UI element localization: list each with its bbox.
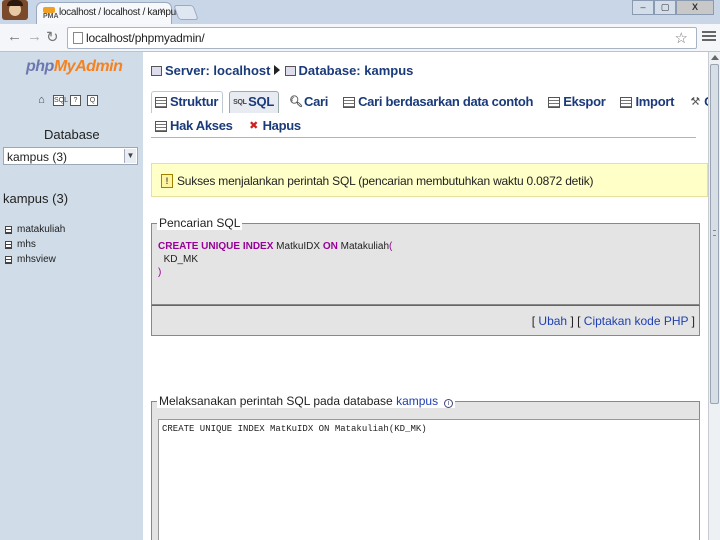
page-scrollbar[interactable] [708,52,720,540]
tab-hak-akses[interactable]: Hak Akses [151,115,238,137]
tab-sql[interactable]: SQL SQL [229,91,279,113]
sql-query-textarea[interactable]: CREATE UNIQUE INDEX MatKuIDX ON Matakuli… [158,419,700,540]
sql-query-code: CREATE UNIQUE INDEX MatkuIDX ON Matakuli… [158,241,393,278]
query-actions: [ Ubah ] [ Ciptakan kode PHP ] [531,314,695,328]
search-icon: 🔍︎ [289,96,303,108]
grip-icon [713,230,716,236]
table-name[interactable]: mhs [17,239,36,250]
sql-icon: SQL [233,99,247,106]
tab-hapus[interactable]: ✖ Hapus [243,115,306,137]
breadcrumb-arrow-icon [273,65,280,75]
browser-toolbar: ← → ↻ localhost/phpmyadmin/ ☆ [0,24,720,52]
main-content: Server: localhost Database: kampus Strukt… [143,52,720,540]
server-icon [151,66,162,76]
tab-row-1: Struktur SQL SQL 🔍︎ Cari Cari berdasarkan … [151,91,720,113]
database-icon [284,66,296,76]
table-icon [155,97,167,108]
quick-icons: ⌂ SQL ? Q [36,95,98,106]
bookmark-star-icon[interactable]: ☆ [675,29,688,47]
database-select[interactable]: kampus (3) ▼ [3,147,138,165]
reload-icon[interactable]: ↻ [46,28,59,46]
breadcrumb-server[interactable]: Server: localhost [165,63,271,78]
database-link[interactable]: kampus [396,394,438,408]
query-actions-bar: [ Ubah ] [ Ciptakan kode PHP ] [151,305,700,336]
browser-tab[interactable]: PMA localhost / localhost / kampus × [36,2,181,24]
create-php-code-link[interactable]: Ciptakan kode PHP [584,314,689,328]
page-icon [73,32,83,44]
table-icon[interactable] [5,256,12,264]
mysql-docs-icon[interactable]: Q [87,95,98,106]
forward-arrow-icon[interactable]: → [27,28,42,45]
documentation-icon[interactable]: ? [70,95,81,106]
url-text[interactable]: localhost/phpmyadmin/ [86,31,205,45]
sql-query-legend: Pencarian SQL [157,216,243,230]
run-sql-fieldset: Melaksanakan perintah SQL pada database … [151,394,700,540]
table-icon[interactable] [5,241,12,249]
tab-cari[interactable]: 🔍︎ Cari [285,91,334,113]
phpmyadmin-favicon-icon: PMA [43,7,59,20]
breadcrumb-database[interactable]: Database: kampus [299,63,414,78]
minimize-button[interactable]: – [632,0,654,15]
edit-query-link[interactable]: Ubah [538,314,567,328]
tab-ekspor[interactable]: Ekspor [544,91,611,113]
breadcrumb: Server: localhost Database: kampus [151,63,413,78]
scrollbar-thumb[interactable] [710,64,719,404]
export-icon [548,97,561,108]
browser-tabstrip: PMA localhost / localhost / kampus × – ▢… [0,0,720,24]
address-bar[interactable]: localhost/phpmyadmin/ ☆ [67,27,697,49]
run-sql-legend: Melaksanakan perintah SQL pada database … [157,394,456,408]
success-message: ! Sukses menjalankan perintah SQL (penca… [151,163,708,197]
import-icon [620,97,633,108]
back-arrow-icon[interactable]: ← [7,28,22,45]
sql-query-window-icon[interactable]: SQL [53,95,68,106]
close-window-button[interactable]: X [676,0,714,15]
database-select-value: kampus (3) [7,150,68,164]
left-navigation-panel: phpMyAdmin ⌂ SQL ? Q Database kampus (3)… [0,52,143,540]
user-avatar[interactable] [2,0,28,20]
tab-row-2: Hak Akses ✖ Hapus [151,115,306,137]
sql-query-fieldset: Pencarian SQL CREATE UNIQUE INDEX MatkuI… [151,216,700,305]
table-name[interactable]: matakuliah [17,224,65,235]
phpmyadmin-logo[interactable]: phpMyAdmin [26,58,123,76]
scroll-up-icon[interactable] [711,55,719,60]
tab-struktur[interactable]: Struktur [151,91,224,113]
tab-divider [151,137,696,138]
database-label: Database [44,127,100,142]
operations-icon: ⚒ [690,96,700,108]
database-heading[interactable]: kampus (3) [3,191,68,206]
tab-import[interactable]: Import [616,91,680,113]
browser-menu-icon[interactable] [702,29,716,43]
tab-close-icon[interactable]: × [159,6,165,17]
table-icon[interactable] [5,226,12,234]
success-text: Sukses menjalankan perintah SQL (pencari… [177,174,594,188]
tab-cari-berdasarkan-data-contoh[interactable]: Cari berdasarkan data contoh [339,91,539,113]
help-icon[interactable]: i [444,399,454,408]
privileges-icon [155,121,167,132]
new-tab-button[interactable] [173,5,199,20]
maximize-button[interactable]: ▢ [654,0,676,15]
chevron-down-icon[interactable]: ▼ [124,149,136,163]
success-notice-icon: ! [161,174,173,188]
home-icon[interactable]: ⌂ [36,95,47,106]
query-icon [343,97,356,108]
table-name[interactable]: mhsview [17,254,56,265]
drop-icon: ✖ [249,120,259,132]
window-controls: – ▢ X [632,0,714,15]
